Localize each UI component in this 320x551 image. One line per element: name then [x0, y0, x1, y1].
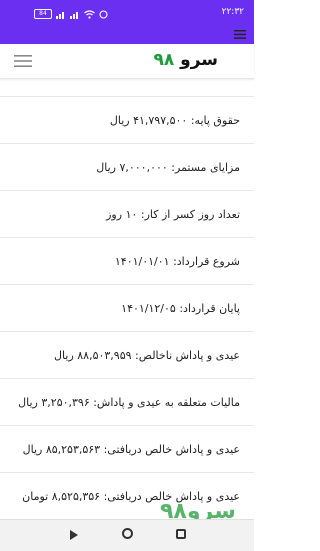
logo-number: ۹۸ — [153, 50, 175, 70]
list-item-contract-end: پایان قرارداد: ۱۴۰۱/۱۲/۰۵ — [0, 285, 254, 332]
battery-level: 84 — [39, 10, 47, 17]
status-bar: 84 ۲۲:۳۲ — [0, 0, 254, 26]
result-list: حقوق پایه: ۴۱,۷۹۷,۵۰۰ ریال مزایای مستمر:… — [0, 79, 254, 519]
list-item-base-salary: حقوق پایه: ۴۱,۷۹۷,۵۰۰ ریال — [0, 97, 254, 144]
list-item-benefits: مزایای مستمر: ۷,۰۰۰,۰۰۰ ریال — [0, 144, 254, 191]
app-logo: سرو ۹۸ — [153, 50, 218, 70]
list-item-bonus-tax: مالیات متعلقه به عیدی و پاداش: ۳,۲۵۰,۳۹۶… — [0, 379, 254, 426]
list-item — [0, 79, 254, 97]
list-item-days-deducted: تعداد روز کسر از کار: ۱۰ روز — [0, 191, 254, 238]
signal-icon — [56, 11, 64, 19]
recent-square-icon[interactable] — [176, 529, 186, 539]
status-time: ۲۲:۳۲ — [221, 7, 244, 17]
toolbar-strip — [0, 26, 254, 44]
status-icons: 84 — [34, 8, 108, 20]
signal-icon-2 — [70, 11, 78, 19]
list-item-contract-start: شروع قرارداد: ۱۴۰۱/۰۱/۰۱ — [0, 238, 254, 285]
list-item-net-bonus-toman: عیدی و پاداش خالص دریافتی: ۸,۵۲۵,۳۵۶ توم… — [22, 490, 240, 503]
menu-icon[interactable] — [234, 29, 246, 40]
logo-word: سرو — [180, 50, 218, 70]
navigation-bar — [0, 519, 254, 551]
list-item-net-bonus-rial: عیدی و پاداش خالص دریافتی: ۸۵,۲۵۳,۵۶۳ ری… — [0, 426, 254, 473]
battery-icon: 84 — [34, 9, 52, 19]
wifi-icon — [84, 9, 95, 19]
hamburger-icon[interactable] — [14, 54, 32, 68]
home-circle-icon[interactable] — [122, 528, 133, 539]
back-triangle-icon[interactable] — [70, 530, 78, 540]
list-item-gross-bonus: عیدی و پاداش ناخالص: ۸۸,۵۰۳,۹۵۹ ریال — [0, 332, 254, 379]
alarm-icon — [99, 9, 108, 19]
app-bar: سرو ۹۸ — [0, 44, 254, 79]
